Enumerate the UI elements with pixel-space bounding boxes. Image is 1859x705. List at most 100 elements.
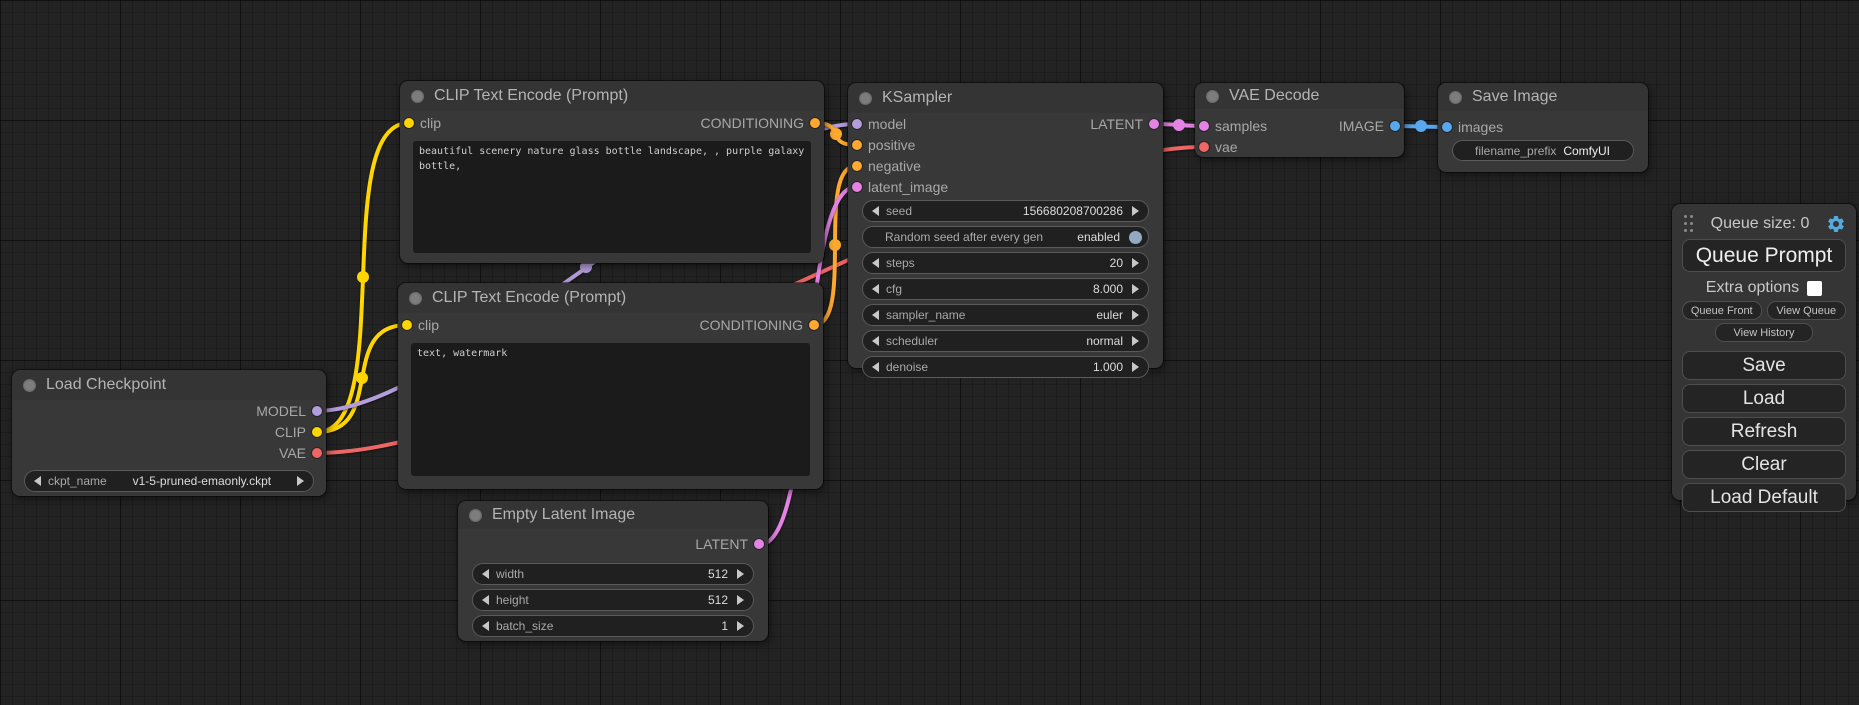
link-midpoint-dot[interactable]: [829, 239, 841, 251]
collapse-dot-icon[interactable]: [411, 90, 424, 103]
collapse-dot-icon[interactable]: [1449, 91, 1462, 104]
input-label: latent_image: [868, 179, 948, 195]
stepper-increase-icon[interactable]: [737, 595, 744, 605]
queue-panel[interactable]: Queue size: 0 Queue Prompt Extra options…: [1672, 204, 1856, 500]
output-port-conditioning[interactable]: [810, 118, 820, 128]
load-button[interactable]: Load: [1682, 384, 1846, 413]
seed-widget[interactable]: seed 156680208700286: [862, 200, 1149, 222]
stepper-increase-icon[interactable]: [1132, 284, 1139, 294]
widget-label: seed: [886, 204, 912, 218]
random-seed-toggle-widget[interactable]: Random seed after every gen enabled: [862, 226, 1149, 248]
collapse-dot-icon[interactable]: [859, 92, 872, 105]
link-midpoint-dot[interactable]: [357, 271, 369, 283]
input-port-model[interactable]: [852, 119, 862, 129]
stepper-decrease-icon[interactable]: [872, 284, 879, 294]
width-widget[interactable]: width 512: [472, 563, 754, 585]
output-port-latent[interactable]: [1149, 119, 1159, 129]
toggle-indicator[interactable]: [1129, 231, 1142, 244]
steps-widget[interactable]: steps 20: [862, 252, 1149, 274]
stepper-decrease-icon[interactable]: [872, 206, 879, 216]
widget-value: 1.000: [1093, 360, 1123, 374]
collapse-dot-icon[interactable]: [469, 509, 482, 522]
link-midpoint-dot[interactable]: [356, 372, 368, 384]
stepper-decrease-icon[interactable]: [872, 362, 879, 372]
node-save-image[interactable]: Save Image images filename_prefix ComfyU…: [1438, 83, 1648, 172]
collapse-dot-icon[interactable]: [409, 292, 422, 305]
input-port-images[interactable]: [1442, 122, 1452, 132]
widget-value: 8.000: [1093, 282, 1123, 296]
output-port-clip[interactable]: [312, 427, 322, 437]
output-label: CONDITIONING: [701, 115, 804, 131]
stepper-decrease-icon[interactable]: [872, 336, 879, 346]
stepper-increase-icon[interactable]: [737, 569, 744, 579]
node-empty-latent-image[interactable]: Empty Latent Image LATENT width 512 heig…: [458, 501, 768, 641]
prompt-textarea[interactable]: beautiful scenery nature glass bottle la…: [413, 141, 811, 253]
node-title-bar[interactable]: CLIP Text Encode (Prompt): [398, 283, 823, 313]
stepper-increase-icon[interactable]: [1132, 310, 1139, 320]
node-load-checkpoint[interactable]: Load Checkpoint MODEL CLIP VAE ckpt_name…: [12, 370, 326, 496]
sampler-name-widget[interactable]: sampler_name euler: [862, 304, 1149, 326]
drag-handle-icon[interactable]: [1684, 215, 1694, 233]
node-title-bar[interactable]: Save Image: [1438, 83, 1648, 111]
input-port-vae[interactable]: [1199, 142, 1209, 152]
output-port-latent[interactable]: [754, 539, 764, 549]
stepper-decrease-icon[interactable]: [482, 569, 489, 579]
link-midpoint-dot[interactable]: [1173, 119, 1185, 131]
node-title-bar[interactable]: CLIP Text Encode (Prompt): [400, 81, 824, 111]
stepper-decrease-icon[interactable]: [872, 258, 879, 268]
clear-button[interactable]: Clear: [1682, 450, 1846, 479]
prompt-textarea[interactable]: text, watermark: [411, 343, 810, 476]
stepper-decrease-icon[interactable]: [872, 310, 879, 320]
output-port-conditioning[interactable]: [809, 320, 819, 330]
output-port-model[interactable]: [312, 406, 322, 416]
extra-options-checkbox[interactable]: [1807, 281, 1822, 296]
height-widget[interactable]: height 512: [472, 589, 754, 611]
filename-prefix-widget[interactable]: filename_prefix ComfyUI: [1452, 140, 1634, 161]
input-port-positive[interactable]: [852, 140, 862, 150]
output-port-image[interactable]: [1390, 121, 1400, 131]
refresh-button[interactable]: Refresh: [1682, 417, 1846, 446]
queue-prompt-button[interactable]: Queue Prompt: [1682, 239, 1846, 272]
input-port-latent-image[interactable]: [852, 182, 862, 192]
node-vae-decode[interactable]: VAE Decode samples IMAGE vae: [1195, 83, 1404, 157]
view-queue-button[interactable]: View Queue: [1767, 301, 1847, 320]
stepper-decrease-icon[interactable]: [482, 595, 489, 605]
stepper-decrease-icon[interactable]: [482, 621, 489, 631]
load-default-button[interactable]: Load Default: [1682, 483, 1846, 512]
ckpt-name-widget[interactable]: ckpt_name v1-5-pruned-emaonly.ckpt: [24, 470, 314, 492]
node-title-bar[interactable]: Empty Latent Image: [458, 501, 768, 529]
node-title-bar[interactable]: Load Checkpoint: [12, 370, 326, 400]
queue-front-button[interactable]: Queue Front: [1682, 301, 1762, 320]
stepper-increase-icon[interactable]: [1132, 336, 1139, 346]
link-midpoint-dot[interactable]: [830, 128, 842, 140]
output-label: MODEL: [256, 403, 306, 419]
stepper-increase-icon[interactable]: [1132, 362, 1139, 372]
cfg-widget[interactable]: cfg 8.000: [862, 278, 1149, 300]
node-title-bar[interactable]: KSampler: [848, 83, 1163, 113]
node-clip-text-encode-positive[interactable]: CLIP Text Encode (Prompt) clip CONDITION…: [400, 81, 824, 263]
output-port-vae[interactable]: [312, 448, 322, 458]
collapse-dot-icon[interactable]: [23, 379, 36, 392]
stepper-increase-icon[interactable]: [1132, 258, 1139, 268]
save-button[interactable]: Save: [1682, 351, 1846, 380]
batch-size-widget[interactable]: batch_size 1: [472, 615, 754, 637]
scheduler-widget[interactable]: scheduler normal: [862, 330, 1149, 352]
stepper-decrease-icon[interactable]: [34, 476, 41, 486]
input-port-negative[interactable]: [852, 161, 862, 171]
collapse-dot-icon[interactable]: [1206, 90, 1219, 103]
view-history-button[interactable]: View History: [1715, 323, 1813, 342]
denoise-widget[interactable]: denoise 1.000: [862, 356, 1149, 378]
input-label: model: [868, 116, 906, 132]
node-ksampler[interactable]: KSampler model LATENT positive negative …: [848, 83, 1163, 368]
stepper-increase-icon[interactable]: [1132, 206, 1139, 216]
node-title-bar[interactable]: VAE Decode: [1195, 83, 1404, 109]
node-clip-text-encode-negative[interactable]: CLIP Text Encode (Prompt) clip CONDITION…: [398, 283, 823, 489]
stepper-increase-icon[interactable]: [737, 621, 744, 631]
comfyui-canvas[interactable]: { "colors": { "clip": "#ffd500", "model"…: [0, 0, 1859, 705]
input-port-clip[interactable]: [402, 320, 412, 330]
link-midpoint-dot[interactable]: [1415, 120, 1427, 132]
settings-gear-icon[interactable]: [1826, 214, 1846, 234]
input-port-samples[interactable]: [1199, 121, 1209, 131]
input-port-clip[interactable]: [404, 118, 414, 128]
stepper-increase-icon[interactable]: [297, 476, 304, 486]
